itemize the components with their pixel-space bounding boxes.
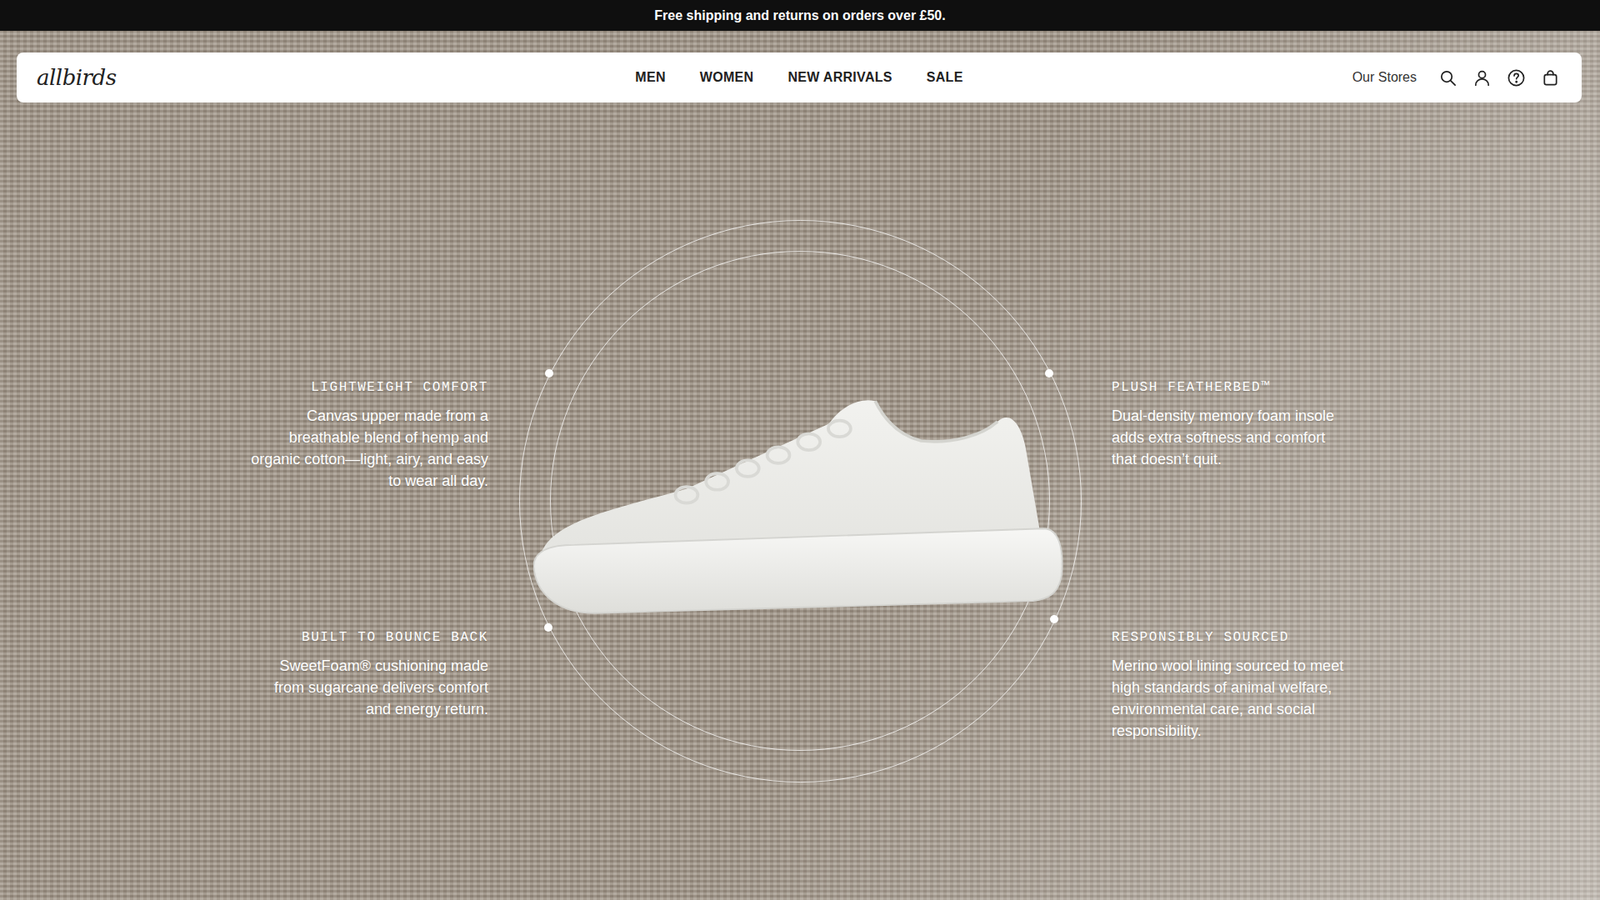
cart-icon[interactable] (1540, 68, 1560, 88)
utility-nav: Our Stores (1352, 67, 1560, 88)
account-icon[interactable] (1472, 68, 1492, 88)
callout-dot (1045, 369, 1054, 378)
callout-dot (545, 369, 554, 378)
feature-text: Dual-density memory foam insole adds ext… (1111, 405, 1354, 470)
feature-text: SweetFoam® cushioning made from sugarcan… (246, 655, 489, 720)
feature-title: LIGHTWEIGHT COMFORT (246, 377, 489, 398)
logo[interactable]: allbirds (36, 61, 117, 95)
nav-link-item[interactable]: MEN (635, 67, 665, 88)
hero: allbirds MEN WOMEN NEW ARRIVALS SALE Our St… (0, 30, 1600, 900)
account-icon[interactable] (1472, 68, 1492, 88)
cart-icon[interactable] (1540, 68, 1560, 88)
announcement-bar: Free shipping and returns on orders over… (0, 0, 1600, 31)
feature-item: BUILT TO BOUNCE BACK SweetFoam® cushionin… (246, 627, 489, 878)
feature-title: BUILT TO BOUNCE BACK (246, 627, 489, 648)
feature-text: Canvas upper made from a breathable blen… (246, 405, 489, 492)
product-stage (488, 220, 1112, 783)
feature-column-left: LIGHTWEIGHT COMFORT Canvas upper made fro… (246, 377, 489, 878)
feature-layout: LIGHTWEIGHT COMFORT Canvas upper made fro… (0, 220, 1600, 878)
feature-item: LIGHTWEIGHT COMFORT Canvas upper made fro… (246, 377, 489, 628)
shoe-image (533, 395, 1065, 615)
feature-title: PLUSH FEATHERBED™ (1111, 377, 1354, 398)
nav-link-item[interactable]: SALE (926, 67, 964, 88)
main-nav: MEN WOMEN NEW ARRIVALS SALE (635, 52, 963, 103)
nav-link-item[interactable]: NEW ARRIVALS (787, 67, 892, 88)
feature-item: PLUSH FEATHERBED™ Dual-density memory foa… (1111, 377, 1354, 628)
search-icon[interactable] (1438, 68, 1458, 88)
help-icon[interactable] (1506, 68, 1526, 88)
feature-text: Merino wool lining sourced to meet high … (1111, 655, 1354, 742)
nav-link-item[interactable]: WOMEN (700, 67, 755, 88)
feature-column-right: PLUSH FEATHERBED™ Dual-density memory foa… (1111, 377, 1354, 878)
feature-title: RESPONSIBLY SOURCED (1111, 627, 1354, 648)
help-icon[interactable] (1506, 68, 1526, 88)
search-icon[interactable] (1438, 68, 1458, 88)
our-stores-link[interactable]: Our Stores (1352, 67, 1417, 88)
callout-dot (1050, 615, 1059, 624)
feature-item: RESPONSIBLY SOURCED Merino wool lining so… (1111, 627, 1354, 878)
announcement-text: Free shipping and returns on orders over… (654, 5, 945, 26)
callout-dot (544, 623, 553, 632)
site-navbar: allbirds MEN WOMEN NEW ARRIVALS SALE Our St… (16, 52, 1582, 103)
